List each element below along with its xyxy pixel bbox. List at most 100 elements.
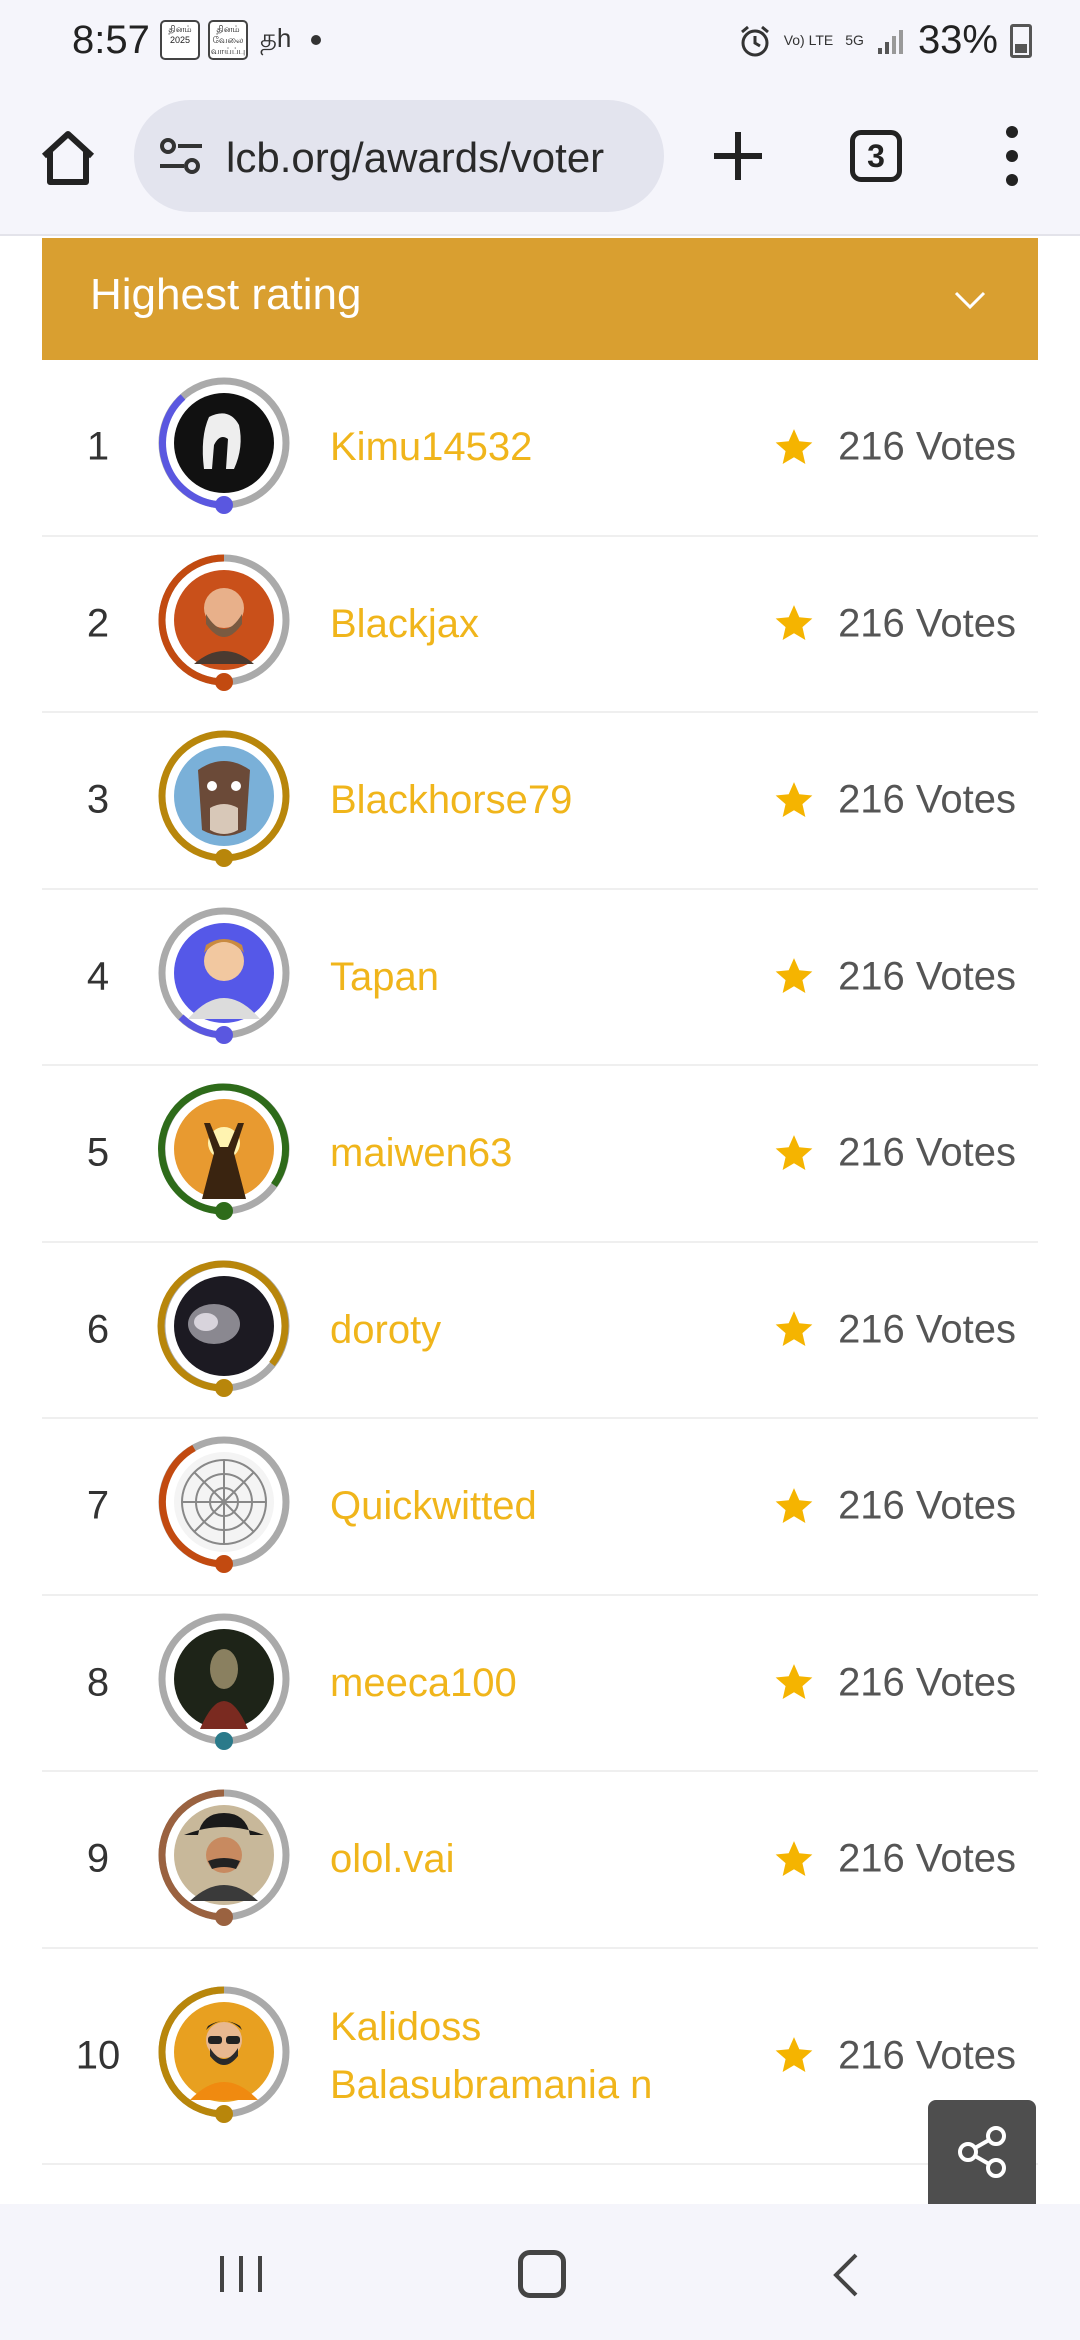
star-icon bbox=[775, 2037, 813, 2072]
user-avatar[interactable] bbox=[154, 1613, 294, 1753]
status-notifications: தினம் 2025 தினம் வேலை வாய்ப்பு தh bbox=[160, 20, 322, 60]
back-icon[interactable] bbox=[828, 2252, 864, 2298]
tab-switcher-button[interactable]: 3 bbox=[850, 130, 902, 182]
signal-icon bbox=[877, 29, 903, 54]
leaderboard-row[interactable]: 5 maiwen63 216 Votes bbox=[42, 1066, 1038, 1243]
sort-dropdown-label: Highest rating bbox=[90, 270, 362, 319]
status-bar: 8:57 தினம் 2025 தினம் வேலை வாய்ப்பு தh V… bbox=[0, 0, 1080, 84]
user-avatar[interactable] bbox=[154, 1986, 294, 2126]
votes-label: 216 Votes bbox=[838, 424, 1016, 469]
5g-icon: 5G bbox=[845, 32, 864, 48]
address-bar[interactable]: lcb.org/awards/voter bbox=[134, 100, 664, 212]
leaderboard-list: 1 Kimu14532 216 Votes 2 Blackjax 216 Vot… bbox=[42, 360, 1038, 2165]
vote-count: 216 Votes bbox=[772, 1660, 1016, 1705]
battery-icon bbox=[1010, 23, 1032, 58]
star-icon bbox=[775, 781, 813, 817]
votes-label: 216 Votes bbox=[838, 1836, 1016, 1881]
leaderboard-row[interactable]: 7 Quickwitted 216 Votes bbox=[42, 1419, 1038, 1596]
rank-number: 3 bbox=[86, 777, 110, 822]
username-link[interactable]: maiwen63 bbox=[330, 1124, 660, 1182]
sort-dropdown[interactable]: Highest rating bbox=[42, 238, 1038, 360]
rank-number: 6 bbox=[86, 1307, 110, 1352]
star-icon bbox=[775, 1311, 813, 1347]
share-icon bbox=[958, 2126, 1006, 2178]
user-avatar[interactable] bbox=[154, 377, 294, 517]
username-link[interactable]: Quickwitted bbox=[330, 1477, 660, 1535]
leaderboard-row[interactable]: 8 meeca100 216 Votes bbox=[42, 1596, 1038, 1772]
status-time: 8:57 bbox=[72, 18, 150, 62]
votes-label: 216 Votes bbox=[838, 777, 1016, 822]
leaderboard-row[interactable]: 4 Tapan 216 Votes bbox=[42, 890, 1038, 1066]
user-avatar[interactable] bbox=[154, 554, 294, 694]
rank-number: 10 bbox=[75, 2033, 121, 2077]
votes-label: 216 Votes bbox=[838, 2033, 1016, 2077]
notification-text: தh bbox=[260, 23, 292, 53]
vote-count: 216 Votes bbox=[772, 954, 1016, 999]
rank-number: 1 bbox=[86, 424, 110, 469]
rank-number: 7 bbox=[86, 1483, 110, 1528]
votes-label: 216 Votes bbox=[838, 601, 1016, 646]
username-link[interactable]: Kimu14532 bbox=[330, 418, 660, 476]
star-icon bbox=[775, 1664, 813, 1700]
votes-label: 216 Votes bbox=[838, 1483, 1016, 1528]
username-link[interactable]: Kalidoss Balasubramania n bbox=[330, 1998, 660, 2114]
more-options-icon[interactable] bbox=[1000, 122, 1024, 190]
home-icon[interactable] bbox=[36, 126, 100, 190]
leaderboard-row[interactable]: 10 Kalidoss Balasubramania n 216 Votes bbox=[42, 1949, 1038, 2165]
user-avatar[interactable] bbox=[154, 730, 294, 870]
vote-count: 216 Votes bbox=[772, 1307, 1016, 1352]
user-avatar[interactable] bbox=[154, 1083, 294, 1223]
username-link[interactable]: Blackjax bbox=[330, 595, 660, 653]
user-avatar[interactable] bbox=[154, 907, 294, 1047]
site-settings-icon[interactable] bbox=[158, 136, 204, 176]
recent-apps-icon[interactable] bbox=[218, 2254, 264, 2294]
home-nav-icon[interactable] bbox=[518, 2250, 566, 2298]
vote-count: 216 Votes bbox=[772, 601, 1016, 646]
star-icon bbox=[775, 1840, 813, 1876]
star-icon bbox=[775, 1134, 813, 1170]
user-avatar[interactable] bbox=[154, 1260, 294, 1400]
vote-count: 216 Votes bbox=[772, 1131, 1016, 1176]
alarm-icon bbox=[740, 25, 769, 56]
vote-count: 216 Votes bbox=[772, 2033, 1016, 2078]
leaderboard-row[interactable]: 3 Blackhorse79 216 Votes bbox=[42, 713, 1038, 890]
leaderboard-row[interactable]: 6 doroty 216 Votes bbox=[42, 1243, 1038, 1419]
more-notifications-dot-icon bbox=[311, 35, 322, 45]
username-link[interactable]: olol.vai bbox=[330, 1830, 660, 1888]
new-tab-plus-icon[interactable] bbox=[708, 126, 768, 186]
leaderboard-row[interactable]: 9 olol.vai 216 Votes bbox=[42, 1772, 1038, 1949]
user-avatar[interactable] bbox=[154, 1789, 294, 1929]
vote-count: 216 Votes bbox=[772, 425, 1016, 470]
star-icon bbox=[775, 428, 813, 464]
notification-app-icon: தினம் வேலை வாய்ப்பு bbox=[208, 20, 248, 60]
system-navigation-bar bbox=[0, 2204, 1080, 2340]
rank-number: 2 bbox=[86, 601, 110, 646]
browser-toolbar: lcb.org/awards/voter 3 bbox=[0, 84, 1080, 236]
status-indicators: Vo) LTE 5G 33% bbox=[738, 18, 1032, 63]
username-link[interactable]: meeca100 bbox=[330, 1654, 660, 1712]
leaderboard-row[interactable]: 1 Kimu14532 216 Votes bbox=[42, 360, 1038, 537]
user-avatar[interactable] bbox=[154, 1436, 294, 1576]
rank-number: 4 bbox=[86, 954, 110, 999]
votes-label: 216 Votes bbox=[838, 1307, 1016, 1352]
vote-count: 216 Votes bbox=[772, 778, 1016, 823]
username-link[interactable]: Blackhorse79 bbox=[330, 771, 660, 829]
star-icon bbox=[775, 958, 813, 994]
rank-number: 5 bbox=[86, 1130, 110, 1175]
votes-label: 216 Votes bbox=[838, 1130, 1016, 1175]
volte-icon: Vo) LTE bbox=[783, 32, 834, 48]
url-text[interactable]: lcb.org/awards/voter bbox=[226, 134, 656, 182]
leaderboard-row[interactable]: 2 Blackjax 216 Votes bbox=[42, 537, 1038, 713]
star-icon bbox=[775, 605, 813, 641]
username-link[interactable]: Tapan bbox=[330, 948, 660, 1006]
share-button[interactable] bbox=[928, 2100, 1036, 2204]
vote-count: 216 Votes bbox=[772, 1837, 1016, 1882]
vote-count: 216 Votes bbox=[772, 1484, 1016, 1529]
rank-number: 8 bbox=[86, 1660, 110, 1705]
rank-number: 9 bbox=[86, 1836, 110, 1881]
votes-label: 216 Votes bbox=[838, 954, 1016, 999]
username-link[interactable]: doroty bbox=[330, 1301, 660, 1359]
notification-app-icon: தினம் 2025 bbox=[160, 20, 200, 60]
battery-percent: 33% bbox=[917, 18, 998, 62]
votes-label: 216 Votes bbox=[838, 1660, 1016, 1705]
